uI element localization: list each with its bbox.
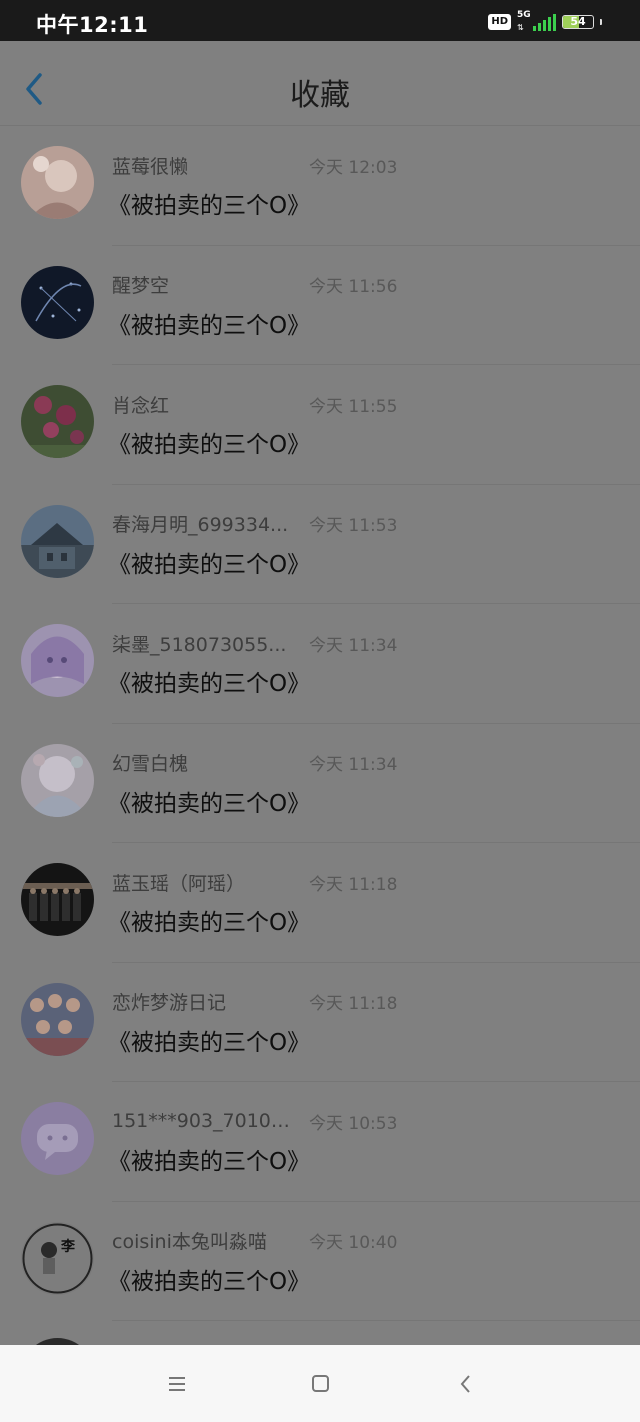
item-content[interactable]: 《被拍卖的三个O》 [108,545,310,579]
timestamp: 今天 12:03 [309,157,398,178]
user-name[interactable]: 恋炸梦游日记 [112,988,297,1015]
timestamp: 今天 10:53 [309,1113,398,1134]
avatar[interactable]: 李 [21,1221,94,1295]
header: 收藏 [0,41,640,126]
battery-icon: 54 [562,15,594,29]
favorites-list: 蓝莓很懒 今天 12:03 《被拍卖的三个O》 醒梦空 今天 11:56 《被拍卖的三个O… [0,126,640,1321]
list-item[interactable]: 春海月明_699334... 今天 11:53 《被拍卖的三个O》 [0,485,640,605]
list-item[interactable]: 柒墨_518073055... 今天 11:34 《被拍卖的三个O》 [0,604,640,724]
user-name[interactable]: 151***903_70106... [112,1110,297,1132]
list-item[interactable]: 李 coisini本兔叫淼喵 今天 10:40 《被拍卖的三个O》 [0,1202,640,1322]
status-indicators: HD 5G ⇅ 54 [488,10,602,32]
nav-back-button[interactable] [454,1373,478,1395]
item-meta: 恋炸梦游日记 今天 11:18 [112,988,397,1016]
list-item[interactable]: 恋炸梦游日记 今天 11:18 《被拍卖的三个O》 [0,963,640,1083]
timestamp: 今天 10:40 [309,1233,398,1253]
user-name[interactable]: 蓝莓很懒 [112,152,297,179]
menu-icon [169,1377,185,1391]
avatar-text: 李 [61,1238,75,1255]
item-meta: coisini本兔叫淼喵 今天 10:40 [112,1227,397,1255]
item-content[interactable]: 《被拍卖的三个O》 [108,306,310,340]
home-button[interactable] [309,1373,333,1395]
item-meta: 柒墨_518073055... 今天 11:34 [112,629,397,657]
user-name[interactable]: 幻雪白槐 [112,749,297,776]
item-meta: 春海月明_699334... 今天 11:53 [112,510,397,538]
item-meta: 肖念红 今天 11:55 [112,390,397,418]
network-type: 5G [517,9,531,20]
item-meta: 蓝莓很懒 今天 12:03 [112,151,397,179]
avatar[interactable] [21,146,94,219]
item-meta: 蓝玉瑶（阿瑶） 今天 11:18 [112,868,397,896]
avatar[interactable] [21,1102,94,1175]
timestamp: 今天 11:55 [309,396,398,417]
avatar[interactable] [21,863,94,936]
item-meta: 151***903_70106... 今天 10:53 [112,1107,397,1135]
back-chevron-icon [460,1375,470,1393]
item-meta: 醒梦空 今天 11:56 [112,271,397,299]
list-item[interactable]: 幻雪白槐 今天 11:34 《被拍卖的三个O》 [0,724,640,844]
square-home-icon [312,1375,329,1392]
list-item[interactable]: 蓝玉瑶（阿瑶） 今天 11:18 《被拍卖的三个O》 [0,843,640,963]
user-name[interactable]: 醒梦空 [112,271,297,298]
user-name[interactable]: 肖念红 [112,391,297,418]
status-time: 中午12:11 [36,13,149,37]
user-name[interactable]: 蓝玉瑶（阿瑶） [112,869,297,896]
item-meta: 幻雪白槐 今天 11:34 [112,749,397,777]
item-content[interactable]: 《被拍卖的三个O》 [108,425,310,459]
list-item[interactable]: 151***903_70106... 今天 10:53 《被拍卖的三个O》 [0,1082,640,1202]
timestamp: 今天 11:34 [309,635,398,656]
user-name[interactable]: 春海月明_699334... [112,510,297,537]
avatar[interactable] [21,504,94,578]
item-content[interactable]: 《被拍卖的三个O》 [108,784,310,818]
item-content[interactable]: 《被拍卖的三个O》 [108,1023,310,1057]
item-content[interactable]: 《被拍卖的三个O》 [108,903,310,937]
list-item[interactable]: 蓝莓很懒 今天 12:03 《被拍卖的三个O》 [0,126,640,246]
hd-badge: HD [488,14,511,30]
page-title: 收藏 [290,78,350,113]
navigation-bar [0,1345,640,1422]
data-arrows-icon: ⇅ [517,22,524,32]
timestamp: 今天 11:56 [309,277,398,297]
item-content[interactable]: 《被拍卖的三个O》 [108,664,310,698]
status-bar: 中午12:11 HD 5G ⇅ 54 [0,0,640,41]
avatar[interactable] [21,743,94,817]
list-item[interactable]: 肖念红 今天 11:55 《被拍卖的三个O》 [0,365,640,485]
avatar[interactable] [21,982,94,1056]
signal-icon: 5G ⇅ [517,10,556,32]
battery-level: 54 [570,15,586,28]
avatar[interactable] [21,624,94,697]
timestamp: 今天 11:18 [309,994,398,1014]
timestamp: 今天 11:18 [309,874,398,895]
item-content[interactable]: 《被拍卖的三个O》 [108,1262,310,1296]
avatar[interactable] [21,265,94,339]
user-name[interactable]: coisini本兔叫淼喵 [112,1227,297,1254]
list-item[interactable]: 醒梦空 今天 11:56 《被拍卖的三个O》 [0,246,640,366]
avatar[interactable] [21,385,94,458]
item-content[interactable]: 《被拍卖的三个O》 [108,186,310,220]
menu-button[interactable] [166,1373,190,1395]
timestamp: 今天 11:53 [309,516,398,536]
timestamp: 今天 11:34 [309,755,398,775]
user-name[interactable]: 柒墨_518073055... [112,630,297,657]
item-content[interactable]: 《被拍卖的三个O》 [108,1142,310,1176]
